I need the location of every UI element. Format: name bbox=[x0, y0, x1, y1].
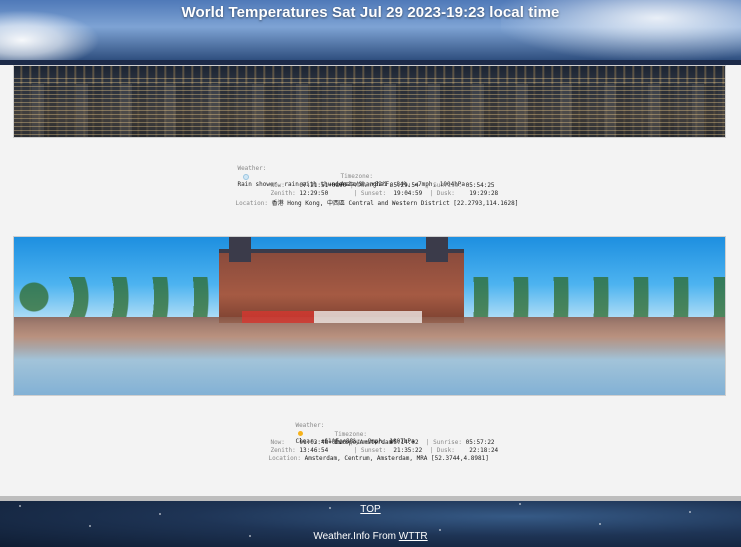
banner-water-reflection bbox=[14, 317, 725, 395]
weather-label: Weather: bbox=[237, 165, 267, 172]
banner-sign bbox=[242, 311, 422, 323]
location-label: Location: bbox=[268, 455, 301, 462]
banner-tower-right bbox=[426, 237, 448, 262]
page-title: World Temperatures Sat Jul 29 2023-19:23… bbox=[181, 4, 560, 21]
credit-line: Weather.Info From WTTR bbox=[0, 531, 741, 542]
location-value: Amsterdam, Centrum, Amsterdam, MRA [52.3… bbox=[304, 455, 489, 462]
footer-divider bbox=[0, 496, 741, 501]
amsterdam-banner-image bbox=[13, 236, 726, 396]
rain-cloud-icon bbox=[243, 173, 250, 180]
banner-tower-left bbox=[229, 237, 251, 262]
credit-prefix: Weather.Info From bbox=[313, 531, 396, 542]
location-label: Location: bbox=[235, 200, 268, 207]
location-value: 香港 Hong Kong, 中西區 Central and Western Di… bbox=[271, 200, 519, 207]
hong-kong-banner-image bbox=[13, 65, 726, 138]
top-link[interactable]: TOP bbox=[0, 504, 741, 515]
wttr-link[interactable]: WTTR bbox=[399, 531, 428, 542]
